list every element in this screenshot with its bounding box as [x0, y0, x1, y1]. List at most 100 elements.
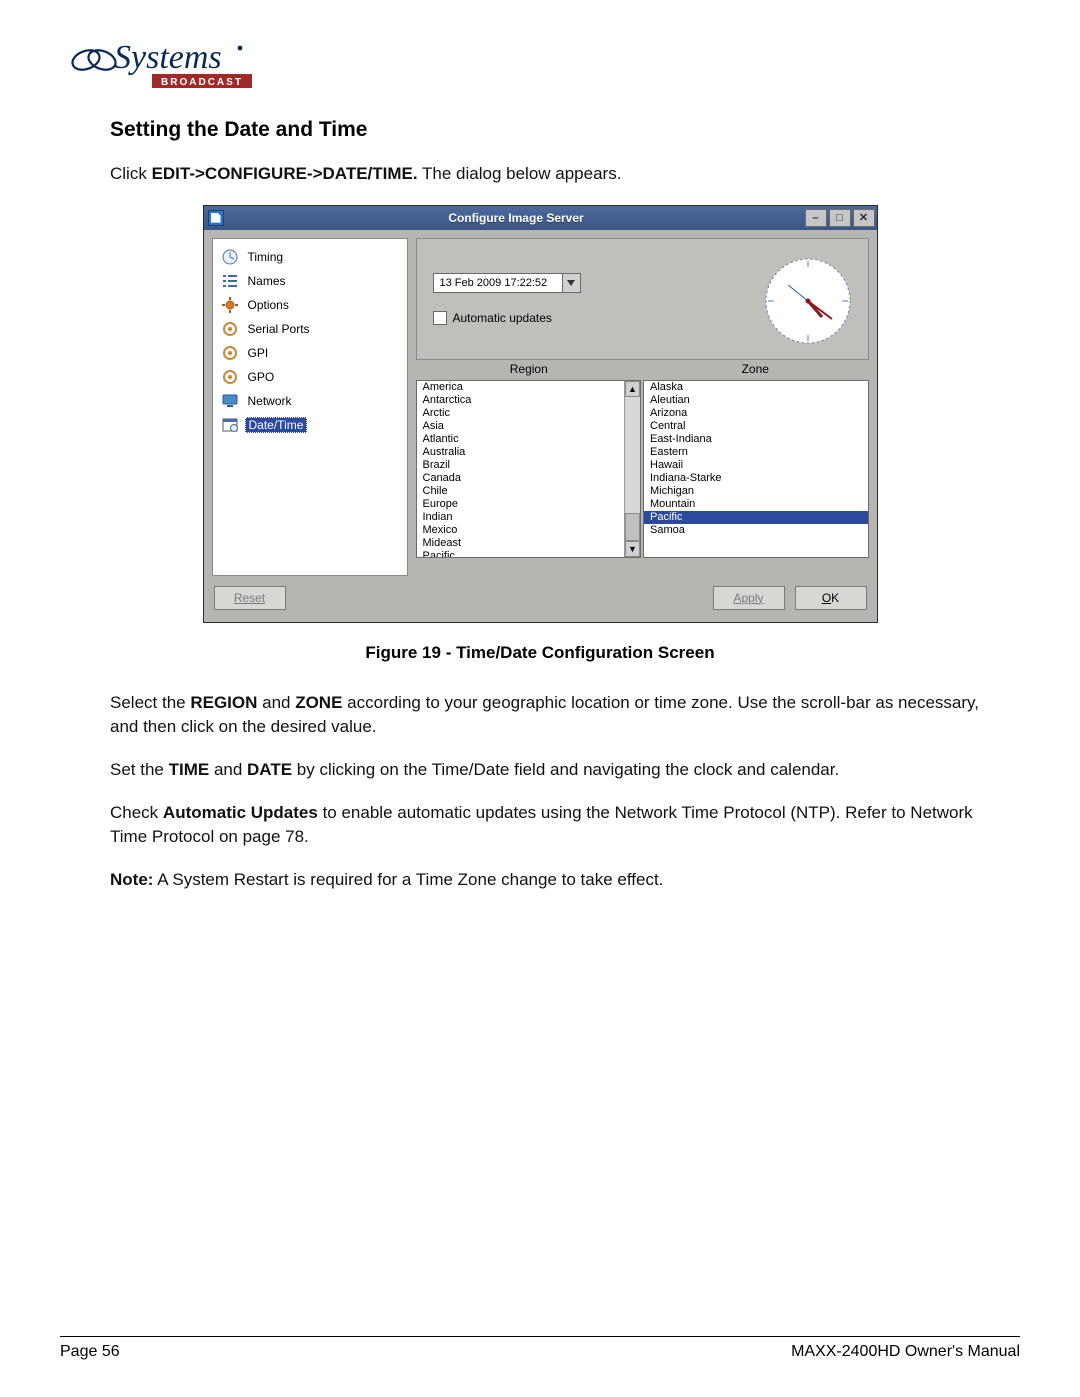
scroll-thumb[interactable] [625, 513, 640, 541]
text-bold: TIME [169, 760, 210, 779]
text: Set the [110, 760, 169, 779]
window-title: Configure Image Server [230, 211, 803, 225]
region-option[interactable]: Australia [417, 446, 625, 459]
zone-option[interactable]: Pacific [644, 511, 868, 524]
close-button[interactable]: ✕ [853, 209, 875, 227]
clock-icon [221, 248, 239, 266]
zone-option[interactable]: Hawaii [644, 459, 868, 472]
region-option[interactable]: Europe [417, 498, 625, 511]
page-footer: Page 56 MAXX-2400HD Owner's Manual [60, 1336, 1020, 1361]
datetime-field[interactable] [433, 273, 581, 293]
port-icon [221, 344, 239, 362]
region-option[interactable]: Indian [417, 511, 625, 524]
datetime-input[interactable] [434, 274, 562, 292]
sidebar-item-label: Network [245, 394, 295, 408]
scrollbar[interactable]: ▲ ▼ [624, 381, 640, 557]
text: The dialog below appears. [418, 164, 622, 183]
intro-paragraph: Click EDIT->CONFIGURE->DATE/TIME. The di… [110, 162, 1010, 187]
region-option[interactable]: Atlantic [417, 433, 625, 446]
zone-option[interactable]: Central [644, 420, 868, 433]
datetime-dropdown-button[interactable] [562, 274, 580, 292]
region-listbox[interactable]: AmericaAntarcticaArcticAsiaAtlanticAustr… [416, 380, 642, 558]
sidebar-item-names[interactable]: Names [213, 269, 407, 293]
sidebar-item-label: Serial Ports [245, 322, 313, 336]
text: Check [110, 803, 163, 822]
app-icon [208, 210, 224, 226]
port-icon [221, 320, 239, 338]
svg-text:Systems: Systems [114, 39, 222, 76]
text-bold: ZONE [295, 693, 342, 712]
text: by clicking on the Time/Date field and n… [292, 760, 839, 779]
button-label-rest: K [831, 591, 839, 605]
paragraph-region-zone: Select the REGION and ZONE according to … [110, 691, 1010, 740]
scroll-down-button[interactable]: ▼ [625, 541, 640, 557]
region-option[interactable]: Mideast [417, 537, 625, 550]
sidebar-item-label: Timing [245, 250, 287, 264]
ok-key: O [822, 591, 831, 605]
scroll-track[interactable] [625, 397, 640, 541]
text: and [209, 760, 247, 779]
minimize-button[interactable]: – [805, 209, 827, 227]
port-icon [221, 368, 239, 386]
button-label: Reset [234, 591, 265, 605]
chevron-down-icon [567, 280, 575, 286]
manual-title: MAXX-2400HD Owner's Manual [791, 1343, 1020, 1361]
zone-option[interactable]: Mountain [644, 498, 868, 511]
region-header: Region [416, 360, 643, 380]
text: A System Restart is required for a Time … [153, 870, 663, 889]
paragraph-auto-updates: Check Automatic Updates to enable automa… [110, 801, 1010, 850]
region-option[interactable]: Asia [417, 420, 625, 433]
figure-caption: Figure 19 - Time/Date Configuration Scre… [60, 643, 1020, 663]
region-option[interactable]: Canada [417, 472, 625, 485]
region-option[interactable]: Mexico [417, 524, 625, 537]
paragraph-note: Note: A System Restart is required for a… [110, 868, 1010, 893]
region-option[interactable]: Brazil [417, 459, 625, 472]
sidebar-item-timing[interactable]: Timing [213, 245, 407, 269]
region-option[interactable]: Antarctica [417, 394, 625, 407]
note-label: Note: [110, 870, 153, 889]
brand-logo: Systems BROADCAST [64, 38, 1020, 94]
titlebar[interactable]: Configure Image Server – □ ✕ [204, 206, 877, 230]
list-icon [221, 272, 239, 290]
configure-dialog: Configure Image Server – □ ✕ Timing Names… [203, 205, 878, 623]
sidebar-item-serial-ports[interactable]: Serial Ports [213, 317, 407, 341]
paragraph-time-date: Set the TIME and DATE by clicking on the… [110, 758, 1010, 783]
region-option[interactable]: Chile [417, 485, 625, 498]
maximize-button[interactable]: □ [829, 209, 851, 227]
scroll-up-button[interactable]: ▲ [625, 381, 640, 397]
region-option[interactable]: Pacific [417, 550, 625, 557]
region-option[interactable]: America [417, 381, 625, 394]
sidebar-item-label: GPI [245, 346, 272, 360]
text: Select the [110, 693, 190, 712]
zone-option[interactable]: Michigan [644, 485, 868, 498]
svg-text:BROADCAST: BROADCAST [161, 77, 243, 88]
text-bold: REGION [190, 693, 257, 712]
sidebar-item-label: Options [245, 298, 292, 312]
zone-option[interactable]: Arizona [644, 407, 868, 420]
text: and [257, 693, 295, 712]
apply-button[interactable]: Apply [713, 586, 785, 610]
auto-updates-label: Automatic updates [453, 311, 552, 325]
zone-option[interactable]: Eastern [644, 446, 868, 459]
sidebar-item-network[interactable]: Network [213, 389, 407, 413]
ok-button[interactable]: OK [795, 586, 867, 610]
region-option[interactable]: Arctic [417, 407, 625, 420]
zone-option[interactable]: Samoa [644, 524, 868, 537]
zone-option[interactable]: Aleutian [644, 394, 868, 407]
sidebar-tree[interactable]: Timing Names Options Serial Ports GPI GPO Netw… [212, 238, 408, 576]
sidebar-item-options[interactable]: Options [213, 293, 407, 317]
zone-header: Zone [642, 360, 869, 380]
page-number: Page 56 [60, 1343, 120, 1361]
auto-updates-checkbox[interactable] [433, 311, 447, 325]
sidebar-item-label: Date/Time [245, 417, 308, 433]
reset-button[interactable]: Reset [214, 586, 286, 610]
zone-option[interactable]: East-Indiana [644, 433, 868, 446]
zone-option[interactable]: Alaska [644, 381, 868, 394]
sidebar-item-date-time[interactable]: Date/Time [213, 413, 407, 437]
zone-listbox[interactable]: AlaskaAleutianArizonaCentralEast-Indiana… [643, 380, 869, 558]
text-bold: DATE [247, 760, 292, 779]
zone-option[interactable]: Indiana-Starke [644, 472, 868, 485]
sidebar-item-gpo[interactable]: GPO [213, 365, 407, 389]
sidebar-item-label: Names [245, 274, 289, 288]
sidebar-item-gpi[interactable]: GPI [213, 341, 407, 365]
